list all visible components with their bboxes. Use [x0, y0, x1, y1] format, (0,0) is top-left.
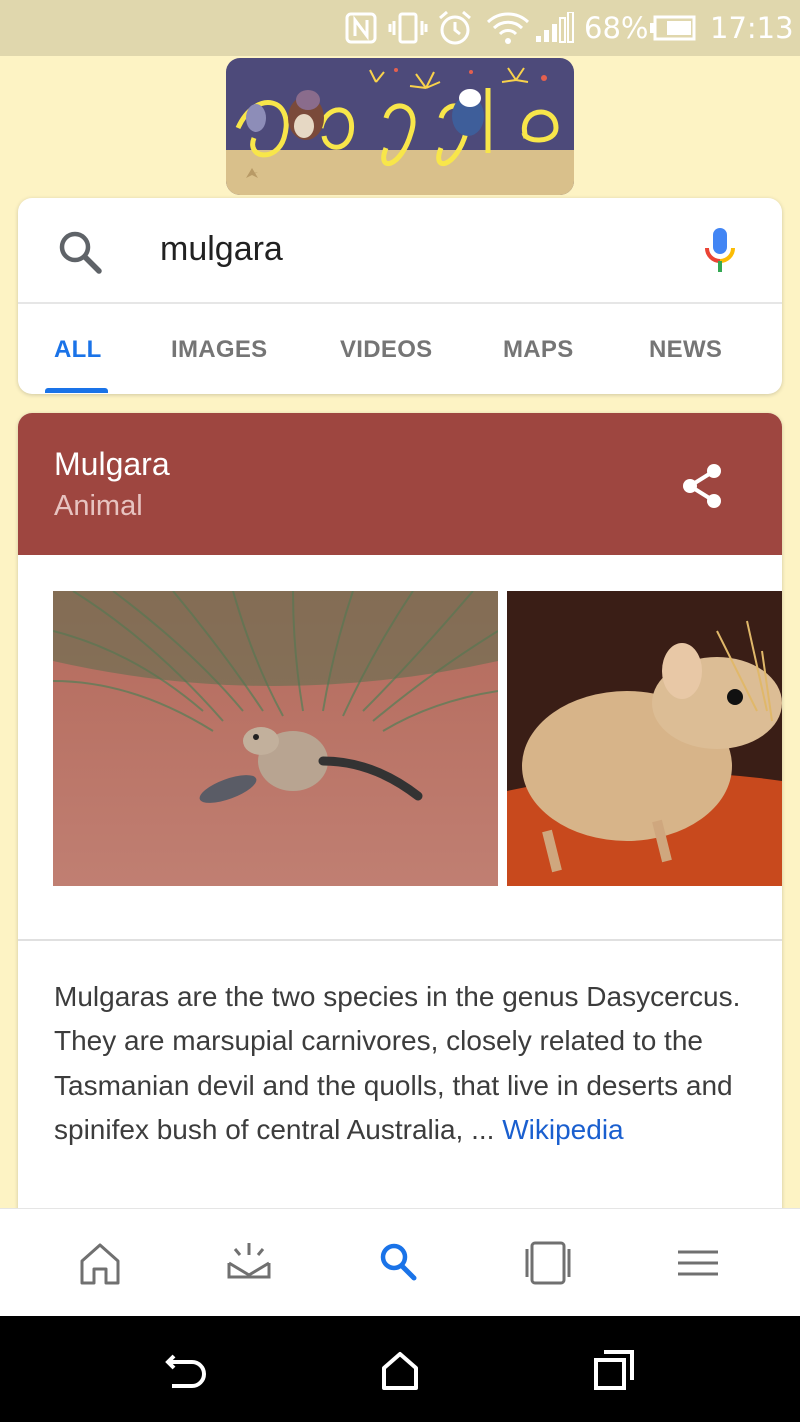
- clock-time: 17:13: [710, 11, 794, 45]
- vibrate-icon: [388, 8, 428, 48]
- updates-icon[interactable]: [221, 1235, 277, 1291]
- entity-title: Mulgara: [54, 446, 170, 482]
- search-input[interactable]: mulgara: [160, 230, 283, 269]
- tab-news[interactable]: NEWS: [649, 306, 722, 394]
- alarm-icon: [436, 8, 474, 48]
- mulgara-image-1[interactable]: [53, 591, 498, 886]
- tab-images[interactable]: IMAGES: [171, 306, 267, 394]
- signal-icon: [534, 8, 574, 48]
- knowledge-panel: Mulgara Animal Mulgaras are the two spec…: [18, 413, 782, 1233]
- microphone-icon[interactable]: [704, 228, 736, 274]
- search-bar[interactable]: mulgara: [18, 198, 782, 304]
- entity-type: Animal: [54, 490, 143, 522]
- knowledge-panel-header: Mulgara Animal: [18, 413, 782, 555]
- nfc-icon: [345, 8, 377, 48]
- back-icon[interactable]: [162, 1346, 210, 1394]
- status-bar: 68% 17:13: [0, 0, 800, 56]
- system-nav-bar: [0, 1316, 800, 1422]
- tab-all[interactable]: ALL: [54, 306, 102, 394]
- search-tabs: ALL IMAGES VIDEOS MAPS NEWS: [18, 306, 782, 394]
- google-doodle-icon[interactable]: [226, 58, 574, 195]
- menu-icon[interactable]: [670, 1235, 726, 1291]
- description-text: Mulgaras are the two species in the genu…: [54, 981, 741, 1145]
- share-icon[interactable]: [680, 463, 724, 509]
- recents-icon[interactable]: [520, 1235, 576, 1291]
- search-card: mulgara ALL IMAGES VIDEOS MAPS NEWS: [18, 198, 782, 394]
- search-icon[interactable]: [56, 228, 104, 276]
- tab-videos[interactable]: VIDEOS: [340, 306, 433, 394]
- battery-icon: [650, 8, 696, 48]
- home-icon[interactable]: [72, 1235, 128, 1291]
- overview-icon[interactable]: [590, 1346, 638, 1394]
- bottom-nav: [0, 1208, 800, 1316]
- home-icon[interactable]: [376, 1346, 424, 1394]
- wifi-icon: [486, 8, 530, 48]
- search-icon[interactable]: [371, 1235, 427, 1291]
- wikipedia-link[interactable]: Wikipedia: [502, 1114, 623, 1145]
- entity-description: Mulgaras are the two species in the genu…: [54, 975, 754, 1152]
- tab-maps[interactable]: MAPS: [503, 306, 574, 394]
- battery-percent: 68%: [584, 11, 649, 45]
- divider: [18, 939, 782, 941]
- mulgara-image-2[interactable]: [507, 591, 782, 886]
- active-tab-indicator: [45, 388, 108, 393]
